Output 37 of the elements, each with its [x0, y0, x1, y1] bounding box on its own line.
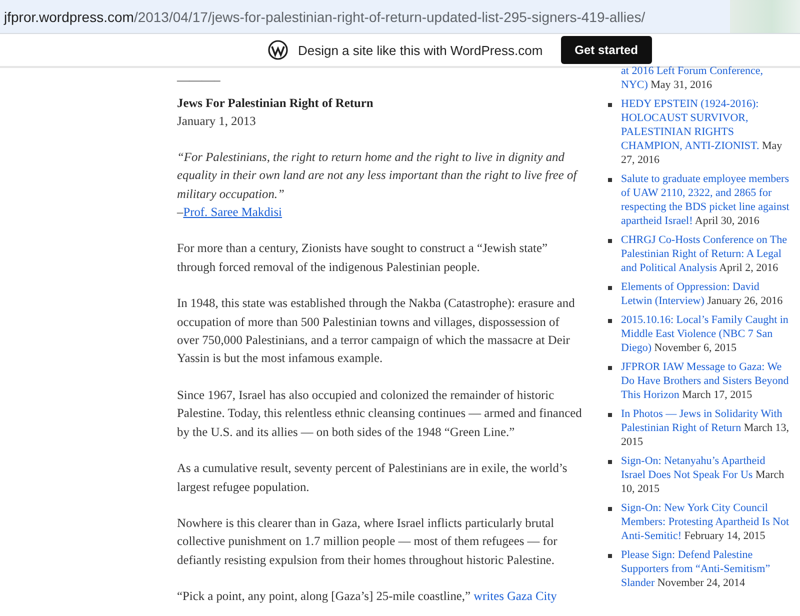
bullet-icon	[608, 507, 612, 511]
post-entry[interactable]: 2015.10.16: Local’s Family Caught in Middle East Violence (NBC 7 San Diego) November 6, 2015	[621, 313, 790, 355]
paragraph: For more than a century, Zionists have sought to construct a “Jewish state” through forced removal of the indigenous Palestinian people.	[177, 240, 548, 276]
banner-text: Design a site like this with WordPress.com	[298, 42, 543, 58]
paragraph: Nowhere is this clearer than in Gaza, where Israel inflicts particularly brutal collective punishment on 1.7 million people — most of them refugees — for defiantly resisting expulsion from their homes throughout historic Palestine.	[177, 514, 558, 569]
bullet-icon	[608, 366, 612, 370]
post-entry[interactable]: at 2016 Left Forum Conference, NYC) May 31, 2016	[621, 64, 790, 92]
post-entry[interactable]: Elements of Oppression: David Letwin (Interview) January 26, 2016	[621, 280, 790, 308]
paragraph: Since 1967, Israel has also occupied and colonized the remainder of historic Palestine. Today, this relentless ethnic cleansing continues — armed and financed by the U.S. and its allies — on both sides of the 1948 “Green Line.”	[177, 386, 582, 441]
bullet-icon	[608, 413, 612, 417]
post-entry[interactable]: Sign-On: Netanyahu’s Apartheid Israel Does Not Speak For Us March 10, 2015	[621, 454, 790, 496]
paragraph: As a cumulative result, seventy percent of Palestinians are in exile, the world’s largest refugee population.	[177, 460, 568, 496]
post-entry[interactable]: CHRGJ Co-Hosts Conference on The Palestinian Right of Return: A Legal and Political Analysis April 2, 2016	[621, 233, 790, 275]
bullet-icon	[608, 319, 612, 323]
separator-dashes: ———–	[177, 74, 222, 86]
post-entry[interactable]: In Photos — Jews in Solidarity With Palestinian Right of Return March 13, 2015	[621, 407, 790, 449]
post-entry[interactable]: JFPROR IAW Message to Gaza: We Do Have Brothers and Sisters Beyond This Horizon March 17, 2015	[621, 360, 790, 402]
get-started-button[interactable]: Get started	[560, 36, 652, 64]
bullet-icon	[608, 239, 612, 243]
post-entry[interactable]: HEDY EPSTEIN (1924-2016): HOLOCAUST SURVIVOR, PALESTINIAN RIGHTS CHAMPION, ANTI-ZIONIST. May 27, 2016	[621, 97, 790, 167]
bullet-icon	[608, 286, 612, 290]
post-entry[interactable]: Sign-On: New York City Council Members: Protesting Apartheid Is Not Anti-Semitic! February 14, 2015	[621, 501, 790, 543]
post-entry[interactable]: Salute to graduate employee members of UAW 2110, 2322, and 2865 for respecting the BDS picket line against apartheid Israel! April 30, 2016	[621, 172, 790, 228]
bullet-icon	[608, 178, 612, 182]
bullet-icon	[608, 103, 612, 107]
logo-icon	[268, 40, 288, 60]
signer-name: Jews For Palestinian Right of Return	[177, 95, 374, 112]
paragraph: “Pick a point, any point, along [Gaza’s] 25-mile coastline,” writes Gaza City	[177, 588, 558, 606]
bullet-icon	[608, 460, 612, 464]
paragraph: In 1948, this state was established through the Nakba (Catastrophe): erasure and occupation of more than 500 Palestinian towns and villages, dispossession of over 750,000 Palestinians, and a terror campaign of which the massacre at Deir Yassin is but the most infamous example.	[177, 295, 576, 368]
post-entry[interactable]: Please Sign: Defend Palestine Supporters from “Anti-Semitism” Slander November 24, 2014	[621, 548, 790, 590]
signer-date: January 1, 2013	[177, 113, 257, 130]
quote-text: “For Palestinians, the right to return home and the right to live in dignity and equality in their own land are not any less important than the right to live free of military occupation.”	[177, 148, 579, 203]
bullet-icon	[608, 554, 612, 558]
source-link[interactable]: writes Gaza City	[474, 589, 557, 604]
quote-attribution: –Prof. Saree Makdisi	[177, 204, 283, 222]
author-link[interactable]: Prof. Saree Makdisi	[183, 205, 282, 220]
